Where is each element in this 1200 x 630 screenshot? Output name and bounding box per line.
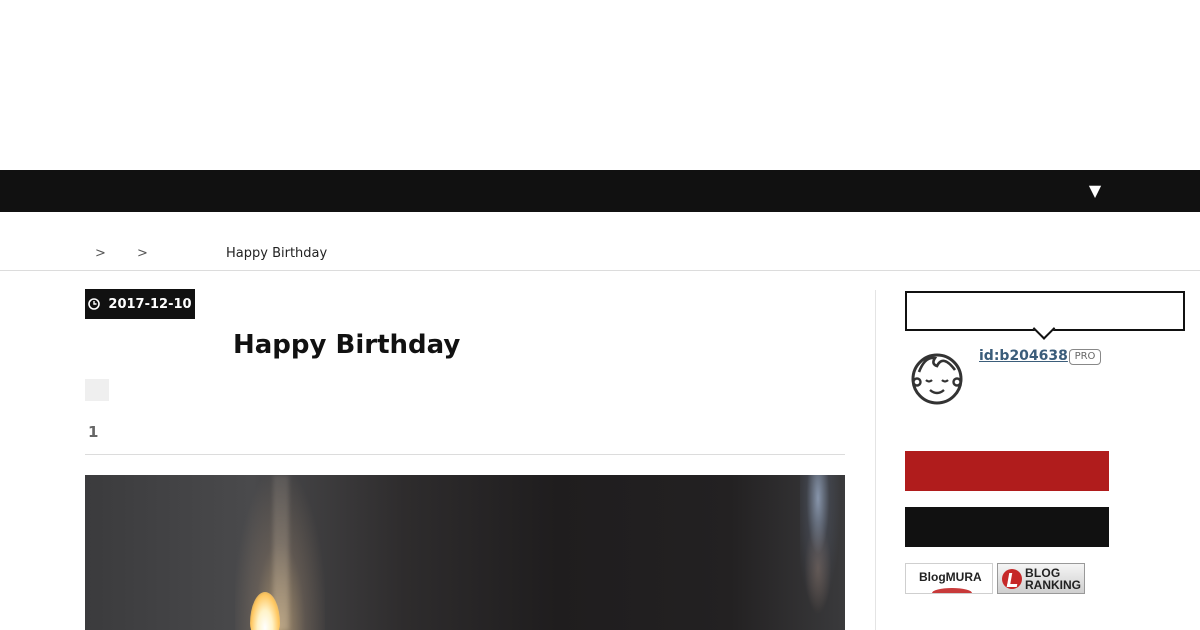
breadcrumb-current: Happy Birthday	[226, 246, 328, 261]
entry-title[interactable]: Happy Birthday	[233, 330, 460, 360]
blogmura-swoosh-icon	[932, 588, 972, 593]
blog-ranking-banner[interactable]: BLOG RANKING	[997, 563, 1085, 594]
blogmura-logo-text: BlogMURA	[919, 570, 982, 584]
pro-badge: PRO	[1069, 349, 1101, 365]
site-header	[0, 0, 1200, 170]
entry-date-badge: 2017-12-10	[85, 289, 195, 319]
clock-icon	[88, 298, 101, 310]
profile-id-link[interactable]: id:b204638	[979, 348, 1068, 364]
breadcrumb-divider	[0, 270, 1200, 271]
ranking-logo-icon	[1002, 569, 1022, 589]
entry-photo-candle	[85, 475, 845, 630]
ranking-logo-text-bottom: RANKING	[1025, 578, 1081, 592]
sidebar-divider	[875, 290, 876, 630]
global-navbar: ▼	[0, 170, 1200, 212]
breadcrumb-separator: >	[137, 246, 148, 261]
follow-button[interactable]	[905, 507, 1109, 547]
subscribe-button[interactable]	[905, 451, 1109, 491]
menu-toggle-icon[interactable]: ▼	[1084, 180, 1106, 202]
blogmura-banner[interactable]: BlogMURA	[905, 563, 993, 594]
breadcrumb-category-link[interactable]	[111, 246, 132, 262]
breadcrumb-home-link[interactable]	[85, 246, 89, 262]
avatar[interactable]	[905, 350, 969, 406]
photo-bokeh	[800, 475, 845, 630]
entry-header-divider	[85, 454, 845, 455]
breadcrumb-separator: >	[95, 246, 106, 261]
entry-date: 2017-12-10	[108, 296, 192, 312]
entry-category-chip[interactable]	[85, 379, 109, 401]
comment-count[interactable]: 1	[88, 423, 98, 441]
